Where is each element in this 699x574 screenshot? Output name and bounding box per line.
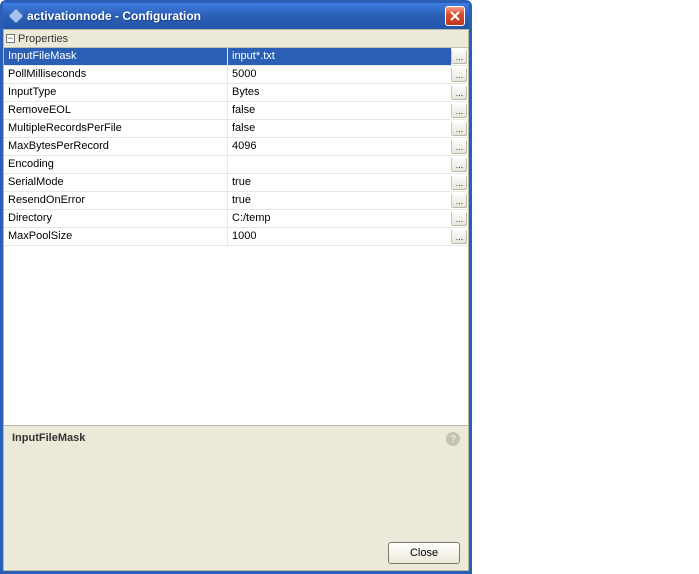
property-grid: InputFileMaskinput*.txt...PollMillisecon… — [4, 48, 468, 246]
content-area: − Properties InputFileMaskinput*.txt...P… — [3, 29, 469, 571]
property-row[interactable]: RemoveEOLfalse... — [4, 102, 468, 120]
ellipsis-button[interactable]: ... — [451, 103, 467, 118]
property-row[interactable]: Encoding... — [4, 156, 468, 174]
property-value[interactable]: C:/temp — [228, 210, 451, 227]
property-value[interactable]: Bytes — [228, 84, 451, 101]
property-name[interactable]: MaxPoolSize — [4, 228, 228, 245]
property-value[interactable]: false — [228, 120, 451, 137]
description-panel: InputFileMask ? Close — [4, 425, 468, 570]
property-name[interactable]: RemoveEOL — [4, 102, 228, 119]
config-window: activationnode - Configuration − Propert… — [0, 0, 472, 574]
property-row[interactable]: MultipleRecordsPerFilefalse... — [4, 120, 468, 138]
property-row[interactable]: MaxBytesPerRecord4096... — [4, 138, 468, 156]
property-name[interactable]: Directory — [4, 210, 228, 227]
property-row[interactable]: PollMilliseconds5000... — [4, 66, 468, 84]
property-name[interactable]: MaxBytesPerRecord — [4, 138, 228, 155]
property-row[interactable]: InputTypeBytes... — [4, 84, 468, 102]
property-row[interactable]: DirectoryC:/temp... — [4, 210, 468, 228]
description-title: InputFileMask — [12, 432, 460, 444]
property-name[interactable]: PollMilliseconds — [4, 66, 228, 83]
ellipsis-button[interactable]: ... — [451, 193, 467, 208]
property-name[interactable]: MultipleRecordsPerFile — [4, 120, 228, 137]
property-value[interactable]: 4096 — [228, 138, 451, 155]
property-name[interactable]: InputType — [4, 84, 228, 101]
ellipsis-button[interactable]: ... — [451, 175, 467, 190]
ellipsis-button[interactable]: ... — [451, 211, 467, 226]
properties-header[interactable]: − Properties — [4, 30, 468, 48]
ellipsis-button[interactable]: ... — [451, 157, 467, 172]
titlebar[interactable]: activationnode - Configuration — [3, 3, 469, 29]
property-value[interactable] — [228, 156, 451, 173]
property-name[interactable]: ResendOnError — [4, 192, 228, 209]
property-row[interactable]: SerialModetrue... — [4, 174, 468, 192]
ellipsis-button[interactable]: ... — [451, 121, 467, 136]
ellipsis-button[interactable]: ... — [451, 229, 467, 244]
window-close-button[interactable] — [445, 6, 465, 26]
ellipsis-button[interactable]: ... — [451, 67, 467, 82]
ellipsis-button[interactable]: ... — [451, 85, 467, 100]
property-value[interactable]: 1000 — [228, 228, 451, 245]
property-row[interactable]: InputFileMaskinput*.txt... — [4, 48, 468, 66]
property-value[interactable]: 5000 — [228, 66, 451, 83]
property-row[interactable]: MaxPoolSize1000... — [4, 228, 468, 246]
app-icon — [9, 9, 23, 23]
property-name[interactable]: InputFileMask — [4, 48, 228, 65]
close-button[interactable]: Close — [388, 542, 460, 564]
help-icon[interactable]: ? — [446, 432, 460, 446]
window-title: activationnode - Configuration — [27, 9, 445, 23]
property-name[interactable]: SerialMode — [4, 174, 228, 191]
property-name[interactable]: Encoding — [4, 156, 228, 173]
collapse-icon[interactable]: − — [6, 34, 15, 43]
property-value[interactable]: true — [228, 192, 451, 209]
grid-empty-area — [4, 246, 468, 425]
property-value[interactable]: false — [228, 102, 451, 119]
property-value[interactable]: input*.txt — [228, 48, 451, 65]
button-bar: Close — [12, 542, 460, 564]
property-row[interactable]: ResendOnErrortrue... — [4, 192, 468, 210]
ellipsis-button[interactable]: ... — [451, 49, 467, 64]
properties-label: Properties — [18, 33, 68, 45]
ellipsis-button[interactable]: ... — [451, 139, 467, 154]
property-value[interactable]: true — [228, 174, 451, 191]
